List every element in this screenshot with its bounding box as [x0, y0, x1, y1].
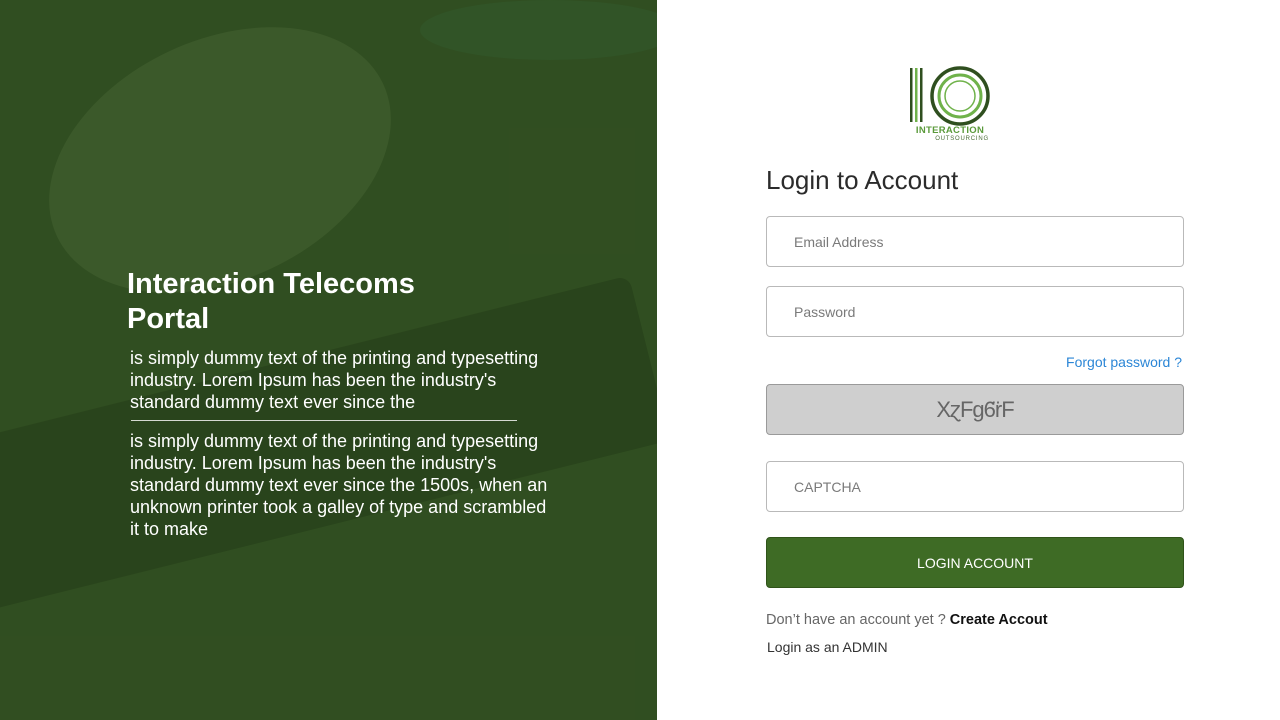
captcha-image: XɀFg6̈rF [766, 384, 1184, 435]
logo-mark-icon [910, 66, 990, 126]
hero-paragraph-1: is simply dummy text of the printing and… [130, 348, 539, 412]
admin-login-link[interactable]: Login as an ADMIN [767, 639, 888, 655]
signup-prompt: Don’t have an account yet ? Create Accou… [766, 612, 1048, 628]
hero-paragraph-2: is simply dummy text of the printing and… [130, 431, 548, 539]
password-field[interactable] [766, 286, 1184, 337]
create-account-link[interactable]: Create Accout [950, 612, 1048, 628]
logo-name: INTERACTION [915, 125, 985, 136]
signup-prompt-text: Don’t have an account yet ? [766, 612, 946, 628]
captcha-field[interactable] [766, 461, 1184, 512]
login-account-button[interactable]: LOGIN ACCOUNT [766, 537, 1184, 588]
email-field[interactable] [766, 216, 1184, 267]
forgot-password-link[interactable]: Forgot password ? [1000, 354, 1182, 370]
company-logo: INTERACTION OUTSOURCING [908, 66, 992, 146]
hero-title: Interaction Telecoms Portal [127, 268, 415, 335]
hero-panel: Interaction Telecoms Portal is simply du… [0, 0, 657, 720]
login-title: Login to Account [766, 165, 959, 195]
hero-divider [131, 420, 517, 421]
captcha-text: XɀFg6̈rF [936, 396, 1014, 422]
logo-subtitle: OUTSOURCING [935, 136, 989, 142]
